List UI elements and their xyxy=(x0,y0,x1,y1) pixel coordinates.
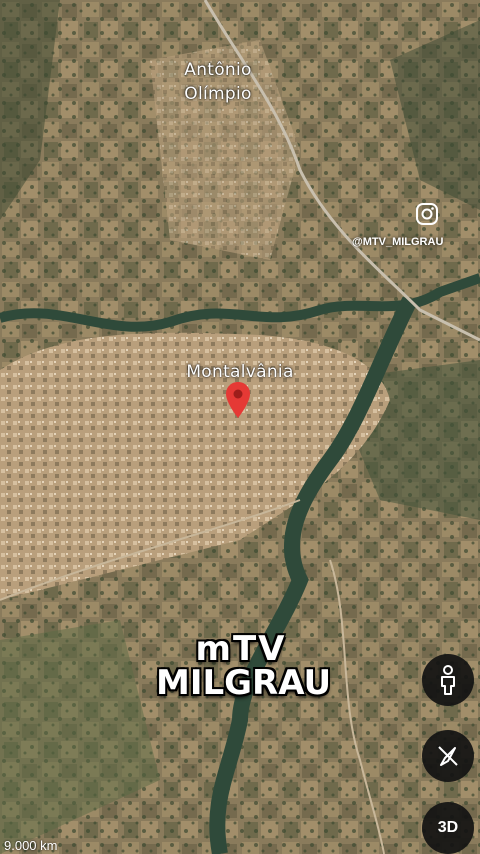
instagram-icon xyxy=(416,203,438,225)
compass-button[interactable] xyxy=(422,730,474,782)
compass-icon xyxy=(438,746,458,766)
logo-line2: MILGRAU xyxy=(156,663,332,703)
street-view-button[interactable] xyxy=(422,654,474,706)
watermark-logo: mTV MILGRAU xyxy=(156,629,332,703)
view-3d-button[interactable]: 3D xyxy=(422,802,474,854)
satellite-map[interactable] xyxy=(0,0,480,854)
place-label-montalvania[interactable]: Montalvânia xyxy=(168,360,312,384)
watermark-handle: @MTV_MILGRAU xyxy=(352,236,444,248)
scale-label: 9.000 km xyxy=(4,838,58,853)
person-icon xyxy=(441,665,455,695)
location-pin-icon[interactable] xyxy=(226,382,250,422)
place-label-line2: Olímpio xyxy=(184,84,252,104)
place-label-antonio-olimpio[interactable]: Antônio Olímpio xyxy=(160,58,276,106)
logo-line1: mTV xyxy=(195,629,287,669)
place-label-line1: Antônio xyxy=(184,60,252,80)
